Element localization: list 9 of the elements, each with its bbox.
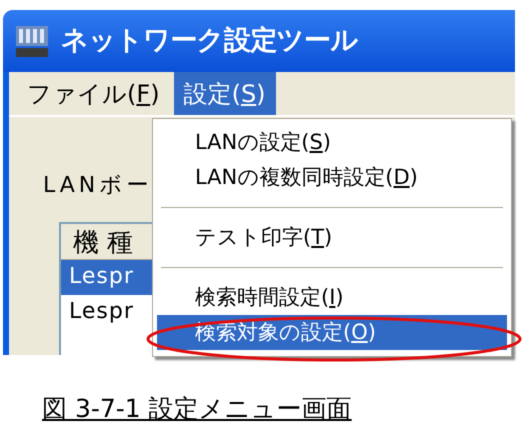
menu-bar-item[interactable]: ファイル(F) [17,72,170,115]
figure-caption: 図 3-7-1 設定メニュー画面 [42,394,352,423]
menu-item[interactable]: LANの複数同時設定(D) [157,160,507,195]
menu-item[interactable]: LANの設定(S) [157,125,507,160]
window-title: ネットワーク設定ツール [61,24,358,58]
menu-item[interactable]: 検索時間設定(I) [157,280,507,315]
app-icon [15,24,49,58]
section-label: LANボー [43,172,152,200]
menu-bar-item[interactable]: 設定(S) [174,72,276,115]
